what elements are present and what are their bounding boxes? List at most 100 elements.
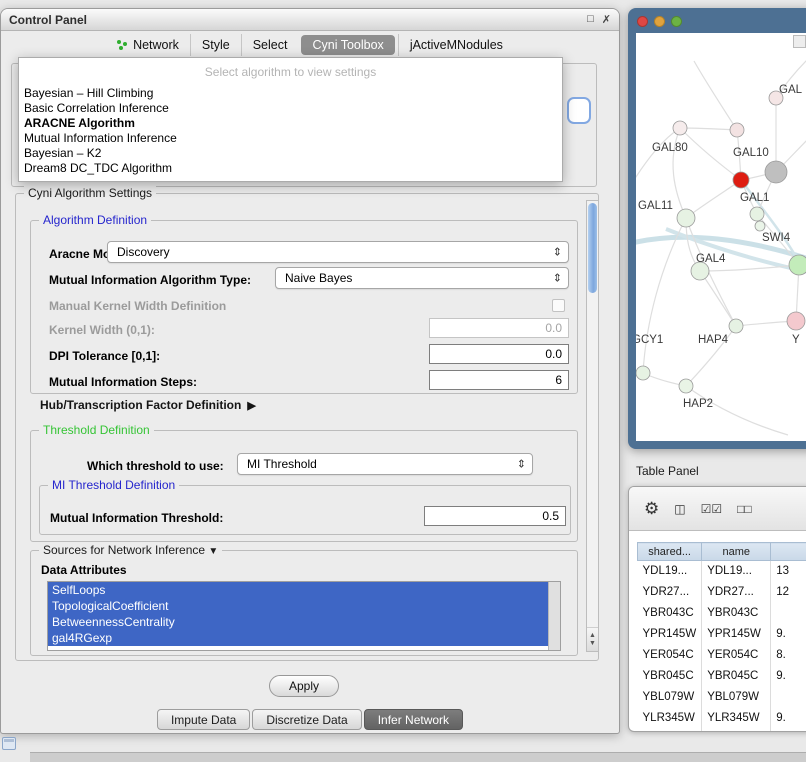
algorithm-option-aracne-algorithm[interactable]: ARACNE Algorithm <box>19 116 562 131</box>
network-node[interactable] <box>750 207 764 221</box>
mi-steps-label: Mutual Information Steps: <box>49 375 197 389</box>
network-node[interactable] <box>789 255 806 275</box>
deselect-all-icon[interactable]: □□ <box>737 503 752 515</box>
table-row[interactable]: YIL052CYIL052C <box>638 729 806 733</box>
algorithm-option-dream8-dc-tdc-algorithm[interactable]: Dream8 DC_TDC Algorithm <box>19 161 562 176</box>
table-cell: YER054C <box>638 645 702 666</box>
expanded-arrow-icon: ▼ <box>208 546 218 557</box>
select-all-icon[interactable]: ☑☑ <box>701 503 723 515</box>
tab-jactivemnodules[interactable]: jActiveMNodules <box>398 34 514 56</box>
minimize-light-icon[interactable] <box>654 16 665 27</box>
scroll-down-icon[interactable]: ▼ <box>589 640 596 647</box>
algorithm-option-bayesian-hill-climbing[interactable]: Bayesian – Hill Climbing <box>19 86 562 101</box>
data-attributes-items: SelfLoopsTopologicalCoefficientBetweenne… <box>48 582 548 650</box>
attribute-item-topologicalcoefficient[interactable]: TopologicalCoefficient <box>48 598 548 614</box>
network-node[interactable] <box>677 209 695 227</box>
list-scrollbar[interactable] <box>548 582 560 650</box>
column-header[interactable] <box>771 543 806 561</box>
canvas-scrollbar-stub[interactable] <box>793 35 806 48</box>
table-row[interactable]: YLR345WYLR345W9. <box>638 708 806 729</box>
table-cell: 9. <box>771 666 806 687</box>
tab-label: Cyni Toolbox <box>312 38 383 52</box>
hub-definition-toggle[interactable]: Hub/Transcription Factor Definition ▶ <box>40 398 256 412</box>
tab-cyni-toolbox[interactable]: Cyni Toolbox <box>301 35 394 55</box>
mi-algorithm-type-select[interactable]: Naive Bayes ⇕ <box>275 267 569 289</box>
mi-threshold-input[interactable]: 0.5 <box>424 506 566 526</box>
mi-algorithm-type-label: Mutual Information Algorithm Type: <box>49 273 251 287</box>
network-node[interactable] <box>729 319 743 333</box>
control-panel-tabs: Network Style Select Cyni Toolbox jActiveMNo… <box>1 32 619 58</box>
sources-title-text: Sources for Network Inference <box>43 543 205 557</box>
mi-steps-input[interactable]: 6 <box>429 370 569 390</box>
network-node[interactable] <box>733 172 749 188</box>
table-row[interactable]: YDL19...YDL19...13 <box>638 561 806 582</box>
network-edge <box>686 386 788 435</box>
network-node[interactable] <box>636 366 650 380</box>
scroll-up-icon[interactable]: ▲ <box>589 632 596 639</box>
algorithm-option-basic-correlation-inference[interactable]: Basic Correlation Inference <box>19 101 562 116</box>
tab-select[interactable]: Select <box>241 34 299 56</box>
table-row[interactable]: YBR043CYBR043C <box>638 603 806 624</box>
node-label: GCY1 <box>636 334 663 346</box>
network-edge <box>680 128 737 130</box>
which-threshold-select[interactable]: MI Threshold ⇕ <box>237 453 533 475</box>
algorithm-option-mutual-information-inference[interactable]: Mutual Information Inference <box>19 131 562 146</box>
table-cell <box>771 603 806 624</box>
settings-scrollbar[interactable]: ▲ ▼ <box>586 200 599 652</box>
network-node[interactable] <box>765 161 787 183</box>
manual-kernel-width-label: Manual Kernel Width Definition <box>49 299 226 313</box>
attribute-table: shared...nameYDL19...YDL19...13YDR27...Y… <box>637 542 806 732</box>
gear-icon[interactable]: ⚙ <box>644 500 659 517</box>
dropdown-header: Select algorithm to view settings <box>19 58 562 86</box>
mode-tab-discretize-data[interactable]: Discretize Data <box>252 709 361 730</box>
columns-icon[interactable]: ◫ <box>674 503 685 515</box>
tab-style[interactable]: Style <box>190 34 241 56</box>
attribute-item-gal4rgexp[interactable]: gal4RGexp <box>48 630 548 646</box>
manual-kernel-width-checkbox[interactable] <box>552 299 565 312</box>
network-node[interactable] <box>730 123 744 137</box>
mode-tab-impute-data[interactable]: Impute Data <box>157 709 250 730</box>
column-header[interactable]: shared... <box>638 543 702 561</box>
network-node[interactable] <box>679 379 693 393</box>
control-panel-titlebar[interactable]: Control Panel □ ✗ <box>1 9 619 31</box>
tab-label: Network <box>133 38 179 52</box>
sources-group: Sources for Network Inference ▼ Data Att… <box>30 550 578 656</box>
kernel-width-input[interactable]: 0.0 <box>429 318 569 338</box>
scrollbar-thumb[interactable] <box>588 203 597 293</box>
network-canvas[interactable]: GALGAL80GAL10GAL11GAL1SWI4GAL4GCY1HAP4YH… <box>636 33 806 441</box>
float-window-icon[interactable]: □ <box>587 13 594 26</box>
help-button-fragment[interactable] <box>567 97 591 124</box>
dpi-tolerance-value: 0.0 <box>545 347 562 361</box>
close-light-icon[interactable] <box>637 16 648 27</box>
sources-group-title[interactable]: Sources for Network Inference ▼ <box>39 543 222 557</box>
window-traffic-lights <box>637 16 682 27</box>
table-row[interactable]: YBL079WYBL079W <box>638 687 806 708</box>
tab-label: Select <box>253 38 288 52</box>
table-row[interactable]: YDR27...YDR27...12 <box>638 582 806 603</box>
node-label: HAP2 <box>683 398 713 410</box>
network-node[interactable] <box>755 221 765 231</box>
table-row[interactable]: YBR045CYBR045C9. <box>638 666 806 687</box>
minimized-window-icon[interactable] <box>2 737 16 750</box>
mode-tab-infer-network[interactable]: Infer Network <box>364 709 463 730</box>
table-cell: 8. <box>771 645 806 666</box>
aracne-mode-select[interactable]: Discovery ⇕ <box>107 241 569 263</box>
close-window-icon[interactable]: ✗ <box>602 13 611 26</box>
cyni-algorithm-settings-group: Cyni Algorithm Settings Algorithm Defini… <box>15 193 599 661</box>
attribute-item-selfloops[interactable]: SelfLoops <box>48 582 548 598</box>
table-row[interactable]: YER054CYER054C8. <box>638 645 806 666</box>
column-header[interactable]: name <box>702 543 771 561</box>
window-title: Control Panel <box>9 13 87 27</box>
node-label: GAL1 <box>740 192 769 204</box>
table-row[interactable]: YPR145WYPR145W9. <box>638 624 806 645</box>
apply-button[interactable]: Apply <box>269 675 339 697</box>
algorithm-option-bayesian-k2[interactable]: Bayesian – K2 <box>19 146 562 161</box>
aracne-mode-value: Discovery <box>117 245 170 259</box>
network-node[interactable] <box>787 312 805 330</box>
which-threshold-label: Which threshold to use: <box>87 459 224 473</box>
network-node[interactable] <box>673 121 687 135</box>
tab-network[interactable]: Network <box>106 34 190 56</box>
zoom-light-icon[interactable] <box>671 16 682 27</box>
attribute-item-betweennesscentrality[interactable]: BetweennessCentrality <box>48 614 548 630</box>
dpi-tolerance-input[interactable]: 0.0 <box>429 344 569 364</box>
